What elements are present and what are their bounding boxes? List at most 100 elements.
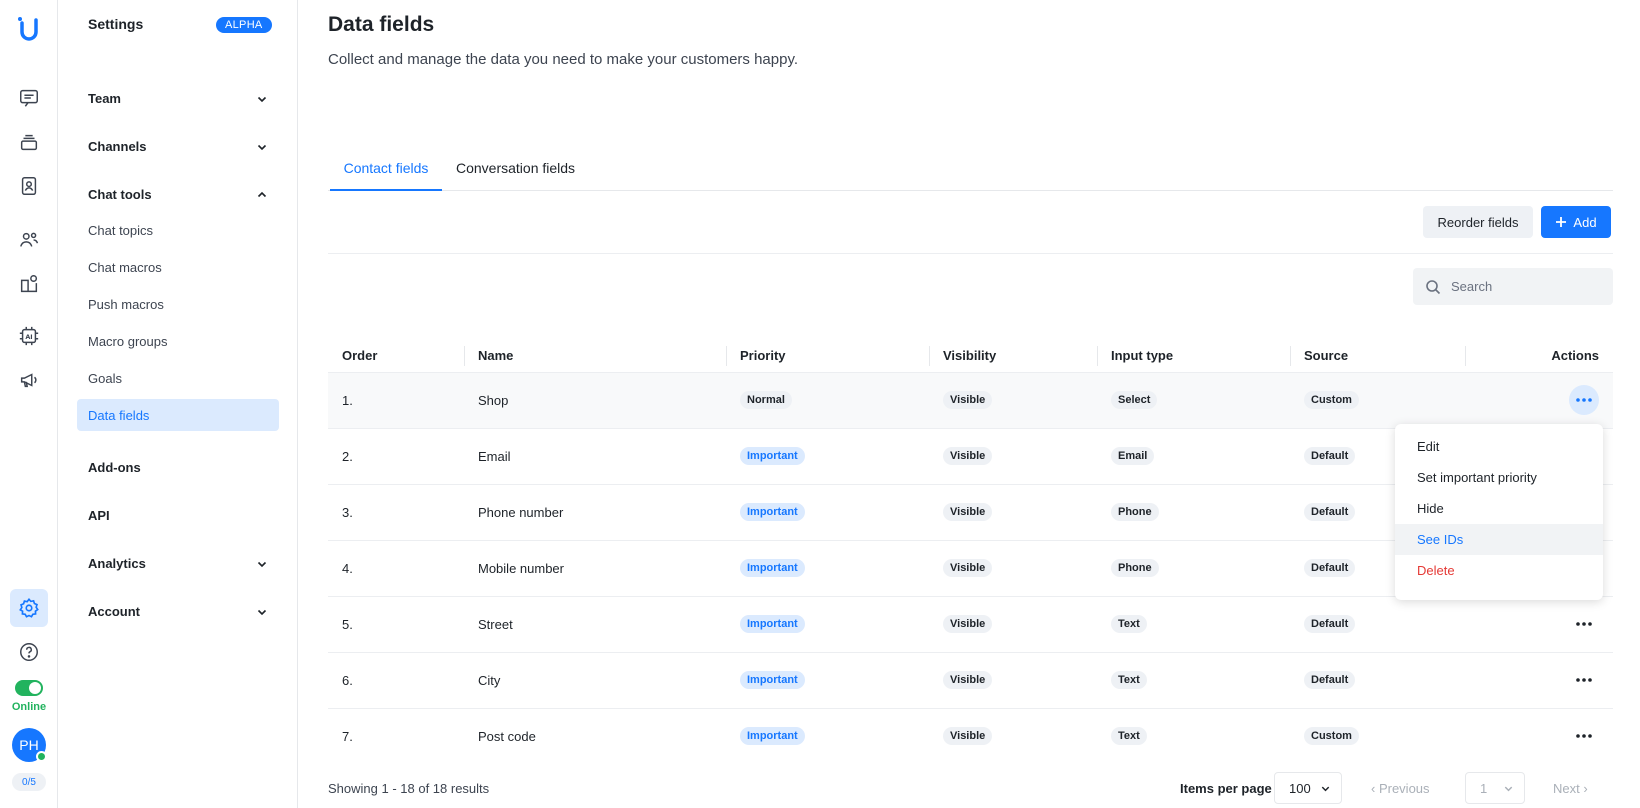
priority-tag: Important bbox=[740, 447, 805, 465]
plus-icon bbox=[1556, 217, 1567, 227]
menu-item-edit[interactable]: Edit bbox=[1395, 431, 1603, 462]
visibility-tag: Visible bbox=[943, 559, 993, 577]
add-field-button[interactable]: Add bbox=[1541, 206, 1611, 238]
column-header-priority[interactable]: Priority bbox=[726, 340, 929, 372]
previous-label: Previous bbox=[1378, 781, 1430, 796]
app-logo[interactable] bbox=[13, 14, 45, 46]
cell-source: Custom bbox=[1290, 371, 1465, 428]
column-header-name[interactable]: Name bbox=[464, 340, 726, 372]
cell-name: City bbox=[464, 651, 726, 708]
cell-priority: Important bbox=[726, 651, 929, 708]
input-type-tag: Phone bbox=[1111, 503, 1159, 521]
row-actions-menu: Edit Set important priority Hide See IDs… bbox=[1395, 424, 1603, 600]
menu-item-set-important-priority[interactable]: Set important priority bbox=[1395, 462, 1603, 493]
search-input[interactable] bbox=[1451, 279, 1601, 294]
priority-tag: Important bbox=[740, 615, 805, 633]
widget-icon[interactable] bbox=[13, 268, 45, 300]
help-icon[interactable] bbox=[13, 636, 45, 668]
sidebar-group-team[interactable]: Team bbox=[88, 91, 268, 106]
next-page-button[interactable]: Next › bbox=[1553, 781, 1588, 796]
input-type-tag: Select bbox=[1111, 391, 1158, 409]
priority-tag: Important bbox=[740, 559, 805, 577]
tab-bar: Contact fields Conversation fields bbox=[328, 160, 1613, 191]
ai-chip-icon[interactable]: AI bbox=[13, 320, 45, 352]
source-tag: Default bbox=[1304, 615, 1356, 633]
cell-order: 1. bbox=[328, 371, 464, 428]
page-select[interactable]: 1 bbox=[1465, 772, 1525, 804]
table-row[interactable]: 7. Post code Important Visible Text Cust… bbox=[328, 707, 1613, 764]
users-icon[interactable] bbox=[13, 224, 45, 256]
sidebar-item-data-fields[interactable]: Data fields bbox=[77, 399, 279, 431]
visibility-tag: Visible bbox=[943, 503, 993, 521]
cell-priority: Important bbox=[726, 707, 929, 764]
table-row[interactable]: 1. Shop Normal Visible Select Custom bbox=[328, 371, 1613, 428]
items-per-page-value: 100 bbox=[1289, 780, 1311, 796]
chevron-left-icon: ‹ bbox=[1371, 781, 1379, 796]
visibility-tag: Visible bbox=[943, 727, 993, 746]
priority-tag: Important bbox=[740, 727, 805, 746]
cell-visibility: Visible bbox=[929, 595, 1097, 652]
search-box[interactable] bbox=[1413, 268, 1613, 305]
visibility-tag: Visible bbox=[943, 615, 993, 633]
menu-item-delete[interactable]: Delete bbox=[1395, 555, 1603, 586]
settings-gear-icon[interactable] bbox=[10, 589, 48, 627]
sidebar-group-addons[interactable]: Add-ons bbox=[88, 460, 268, 475]
cell-name: Shop bbox=[464, 371, 726, 428]
table-row[interactable]: 5. Street Important Visible Text Default bbox=[328, 595, 1613, 652]
cell-visibility: Visible bbox=[929, 483, 1097, 540]
next-label: Next bbox=[1553, 781, 1580, 796]
reorder-fields-button[interactable]: Reorder fields bbox=[1423, 206, 1533, 238]
column-header-order[interactable]: Order bbox=[328, 340, 464, 372]
column-header-source[interactable]: Source bbox=[1290, 340, 1465, 372]
contacts-icon[interactable] bbox=[13, 170, 45, 202]
megaphone-icon[interactable] bbox=[13, 364, 45, 396]
input-type-tag: Text bbox=[1111, 615, 1147, 633]
menu-item-see-ids[interactable]: See IDs bbox=[1395, 524, 1603, 555]
tab-contact-fields[interactable]: Contact fields bbox=[330, 160, 442, 191]
cell-visibility: Visible bbox=[929, 539, 1097, 596]
cell-order: 6. bbox=[328, 651, 464, 708]
cell-input-type: Text bbox=[1097, 707, 1290, 764]
more-actions-icon[interactable] bbox=[1569, 721, 1599, 751]
sidebar-item-chat-topics[interactable]: Chat topics bbox=[88, 223, 153, 238]
chevron-down-icon bbox=[257, 96, 267, 102]
sidebar-group-chat-tools[interactable]: Chat tools bbox=[88, 187, 268, 202]
sidebar-group-account[interactable]: Account bbox=[88, 604, 268, 619]
sidebar-group-api[interactable]: API bbox=[88, 508, 268, 523]
input-type-tag: Text bbox=[1111, 727, 1147, 746]
more-actions-icon[interactable] bbox=[1569, 385, 1599, 415]
source-tag: Default bbox=[1304, 559, 1356, 577]
cell-actions bbox=[1465, 595, 1613, 652]
sidebar-group-channels[interactable]: Channels bbox=[88, 139, 268, 154]
source-tag: Default bbox=[1304, 503, 1356, 521]
cell-source: Default bbox=[1290, 651, 1465, 708]
previous-page-button[interactable]: ‹ Previous bbox=[1371, 781, 1430, 796]
source-tag: Custom bbox=[1304, 391, 1359, 409]
online-toggle[interactable] bbox=[15, 680, 43, 696]
sidebar-item-chat-macros[interactable]: Chat macros bbox=[88, 260, 162, 275]
sidebar-group-label: Account bbox=[88, 604, 140, 619]
sidebar-item-goals[interactable]: Goals bbox=[88, 371, 122, 386]
sidebar-group-analytics[interactable]: Analytics bbox=[88, 556, 268, 571]
chat-capacity-counter: 0/5 bbox=[12, 773, 46, 791]
chevron-up-icon bbox=[257, 191, 267, 197]
chevron-down-icon bbox=[1504, 786, 1513, 791]
tab-conversation-fields[interactable]: Conversation fields bbox=[456, 160, 575, 191]
sidebar-item-macro-groups[interactable]: Macro groups bbox=[88, 334, 167, 349]
inbox-stack-icon[interactable] bbox=[13, 126, 45, 158]
sidebar-item-push-macros[interactable]: Push macros bbox=[88, 297, 164, 312]
column-header-visibility[interactable]: Visibility bbox=[929, 340, 1097, 372]
more-actions-icon[interactable] bbox=[1569, 665, 1599, 695]
column-header-input-type[interactable]: Input type bbox=[1097, 340, 1290, 372]
table-row[interactable]: 6. City Important Visible Text Default bbox=[328, 651, 1613, 708]
items-per-page-select[interactable]: 100 bbox=[1274, 772, 1342, 804]
settings-sidebar: Settings ALPHA Team Channels Chat tools … bbox=[58, 0, 298, 808]
cell-actions bbox=[1465, 651, 1613, 708]
menu-item-hide[interactable]: Hide bbox=[1395, 493, 1603, 524]
more-actions-icon[interactable] bbox=[1569, 609, 1599, 639]
chat-icon[interactable] bbox=[13, 82, 45, 114]
cell-input-type: Phone bbox=[1097, 483, 1290, 540]
sidebar-group-label: Add-ons bbox=[88, 460, 141, 475]
cell-input-type: Email bbox=[1097, 427, 1290, 484]
cell-order: 2. bbox=[328, 427, 464, 484]
